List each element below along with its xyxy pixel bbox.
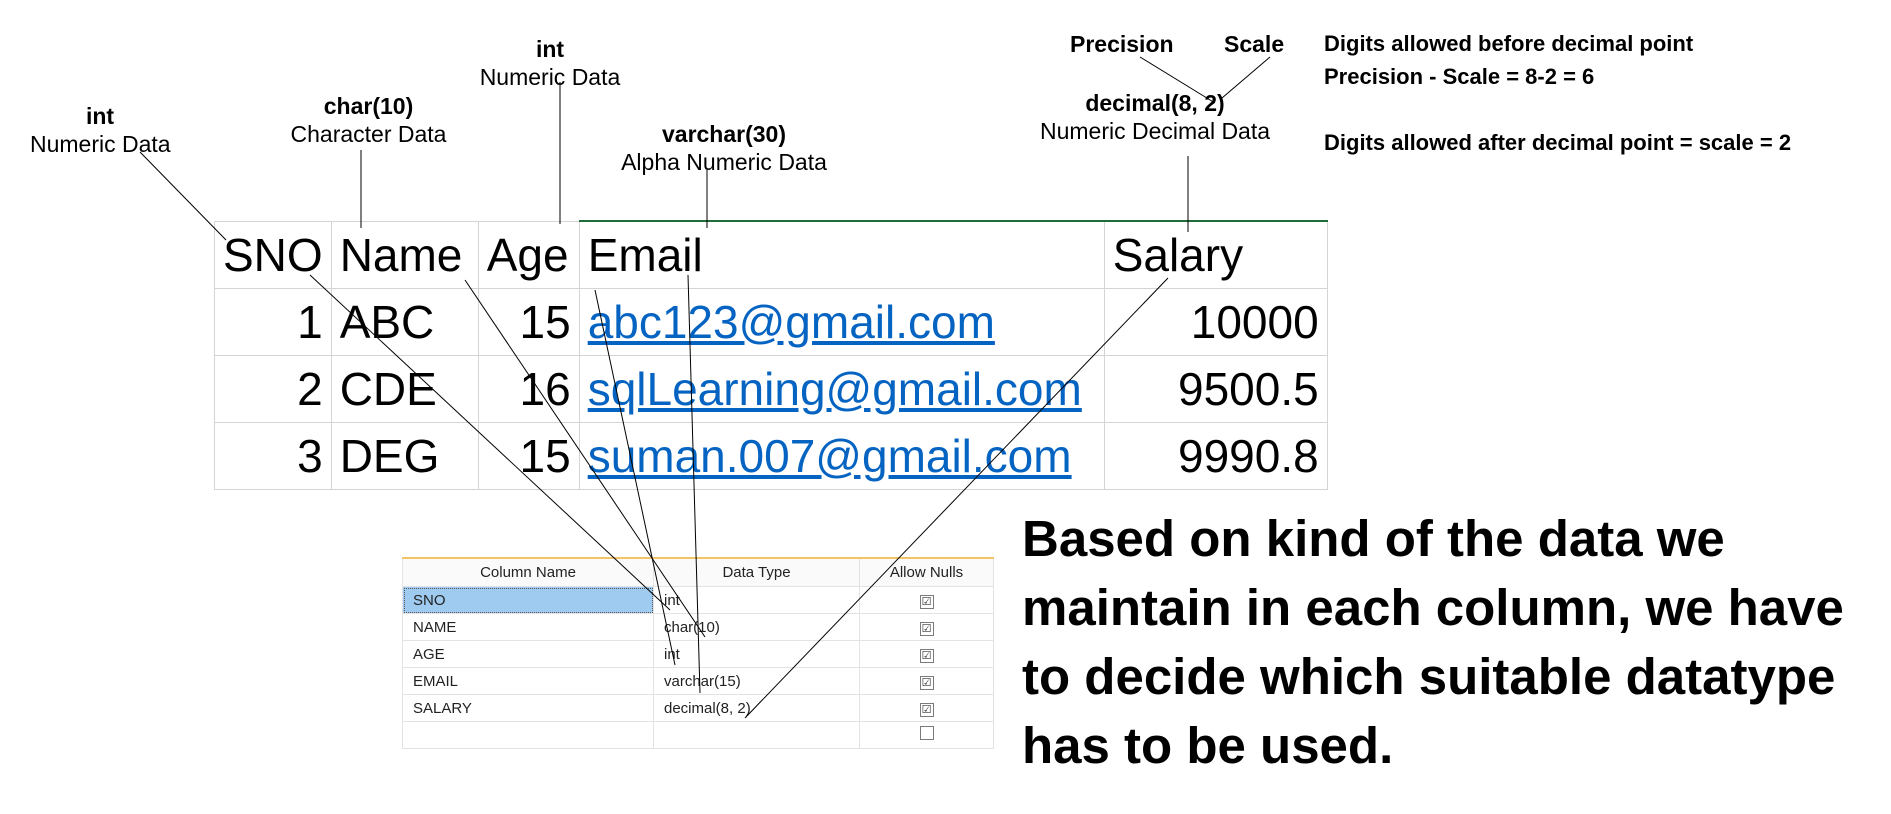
sno-datatype: int (85, 103, 115, 129)
summary-line-4: has to be used. (1022, 717, 1394, 774)
table-designer-grid: Column Name Data Type Allow Nulls SNO in… (402, 557, 994, 749)
allow-nulls-checkbox[interactable] (919, 726, 934, 740)
name-datatype: char(10) (323, 93, 414, 119)
sno-description: Numeric Data (30, 130, 171, 157)
cell-salary: 10000 (1103, 288, 1328, 356)
decimal-notes: Digits allowed before decimal point Prec… (1324, 27, 1791, 159)
data-type-cell[interactable]: decimal(8, 2) (653, 694, 860, 722)
email-link[interactable]: suman.007@gmail.com (578, 422, 1105, 490)
allow-nulls-checkbox[interactable]: ☑ (919, 621, 934, 636)
header-sno: SNO (214, 220, 332, 289)
summary-line-2: maintain in each column, we have (1022, 579, 1844, 636)
cell-age: 16 (477, 355, 580, 423)
data-type-cell[interactable]: varchar(15) (653, 667, 860, 695)
cell-sno: 3 (214, 422, 332, 490)
table-header-row: SNO Name Age Email Salary (214, 220, 1328, 289)
designer-row[interactable]: SNO int ☑ (402, 586, 994, 614)
allow-nulls-checkbox[interactable]: ☑ (919, 702, 934, 717)
sample-data-table: SNO Name Age Email Salary 1 ABC 15 abc12… (214, 220, 1328, 490)
email-description: Alpha Numeric Data (621, 148, 827, 175)
salary-datatype: decimal(8, 2) (1085, 90, 1225, 116)
salary-annotation: decimal(8, 2) Numeric Decimal Data (1030, 90, 1280, 145)
header-email: Email (578, 220, 1105, 289)
column-name-cell[interactable]: NAME (402, 613, 654, 641)
allow-nulls-checkbox[interactable]: ☑ (919, 648, 934, 663)
cell-name: DEG (330, 422, 479, 490)
designer-row[interactable]: NAME char(10) ☑ (402, 613, 994, 641)
allow-nulls-header: Allow Nulls (859, 557, 994, 587)
cell-sno: 2 (214, 355, 332, 423)
precision-label: Precision (1070, 31, 1174, 57)
scale-label: Scale (1224, 31, 1285, 57)
note-line-1: Digits allowed before decimal point (1324, 31, 1694, 56)
allow-nulls-checkbox[interactable]: ☑ (919, 594, 934, 609)
summary-text: Based on kind of the data we maintain in… (1022, 504, 1844, 780)
data-type-cell[interactable]: int (653, 586, 860, 614)
data-type-header: Data Type (653, 557, 860, 587)
designer-header-row: Column Name Data Type Allow Nulls (402, 557, 994, 587)
email-datatype: varchar(30) (661, 121, 787, 147)
name-annotation: char(10) Character Data (276, 93, 461, 148)
cell-name: CDE (330, 355, 479, 423)
age-annotation: int Numeric Data (470, 36, 630, 91)
summary-line-1: Based on kind of the data we (1022, 510, 1725, 567)
summary-line-3: to decide which suitable datatype (1022, 648, 1836, 705)
email-link[interactable]: abc123@gmail.com (578, 288, 1105, 356)
sno-annotation: int Numeric Data (30, 103, 171, 158)
note-line-3: Digits allowed after decimal point = sca… (1324, 130, 1792, 155)
column-name-cell[interactable] (402, 721, 654, 749)
column-name-header: Column Name (402, 557, 654, 587)
column-name-cell[interactable]: AGE (402, 640, 654, 668)
email-link[interactable]: sqlLearning@gmail.com (578, 355, 1105, 423)
table-row: 1 ABC 15 abc123@gmail.com 10000 (214, 288, 1328, 356)
column-name-cell[interactable]: EMAIL (402, 667, 654, 695)
cell-salary: 9990.8 (1103, 422, 1328, 490)
data-type-cell[interactable]: char(10) (653, 613, 860, 641)
designer-row[interactable]: AGE int ☑ (402, 640, 994, 668)
age-datatype: int (535, 36, 565, 62)
name-description: Character Data (290, 120, 447, 147)
header-salary: Salary (1103, 220, 1328, 289)
note-line-2: Precision - Scale = 8-2 = 6 (1324, 64, 1595, 89)
table-row: 2 CDE 16 sqlLearning@gmail.com 9500.5 (214, 355, 1328, 423)
column-name-cell[interactable]: SALARY (402, 694, 654, 722)
designer-row-empty[interactable] (402, 721, 994, 749)
designer-row[interactable]: SALARY decimal(8, 2) ☑ (402, 694, 994, 722)
cell-age: 15 (477, 288, 580, 356)
column-name-cell[interactable]: SNO (402, 586, 654, 614)
allow-nulls-checkbox[interactable]: ☑ (919, 675, 934, 690)
header-name: Name (330, 220, 479, 289)
data-type-cell[interactable] (653, 721, 860, 749)
salary-description: Numeric Decimal Data (1039, 117, 1271, 144)
cell-sno: 1 (214, 288, 332, 356)
cell-age: 15 (477, 422, 580, 490)
age-description: Numeric Data (479, 63, 621, 90)
data-type-cell[interactable]: int (653, 640, 860, 668)
designer-row[interactable]: EMAIL varchar(15) ☑ (402, 667, 994, 695)
header-age: Age (477, 220, 580, 289)
cell-salary: 9500.5 (1103, 355, 1328, 423)
table-row: 3 DEG 15 suman.007@gmail.com 9990.8 (214, 422, 1328, 490)
email-annotation: varchar(30) Alpha Numeric Data (614, 121, 834, 176)
cell-name: ABC (330, 288, 479, 356)
